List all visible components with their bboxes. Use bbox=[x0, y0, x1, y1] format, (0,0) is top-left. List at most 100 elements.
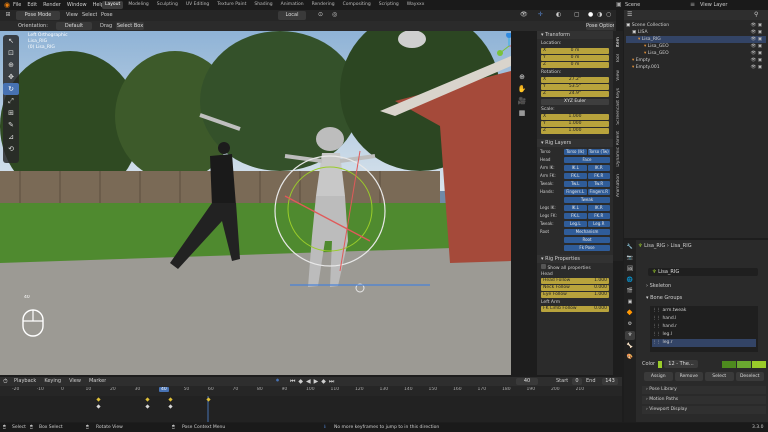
properties-tab-modifiers-icon[interactable]: ⚙ bbox=[625, 320, 635, 329]
camera-view-icon[interactable]: 🎥 bbox=[515, 95, 529, 107]
armature-datablock-field[interactable]: ♆ Lisa_RIG bbox=[648, 268, 758, 276]
timeline-menu-keying[interactable]: Keying bbox=[44, 377, 61, 386]
workspace-tab[interactable]: Animation bbox=[278, 1, 307, 9]
timeline-ruler[interactable]: -20 -10 0 10 20 30 40 50 60 70 80 90 100 110 120 130 140… bbox=[0, 387, 622, 395]
shading-material-icon[interactable]: ◑ bbox=[597, 11, 602, 18]
n-panel-tab-animation[interactable]: Animation bbox=[616, 172, 621, 199]
menu-edit[interactable]: Edit bbox=[27, 0, 37, 10]
start-frame-field[interactable]: 0 bbox=[572, 378, 582, 385]
rig-layer-toggle[interactable]: IK.R bbox=[587, 204, 610, 211]
outliner-item[interactable]: ▾ Lisa_GEO 👁 ▣ bbox=[626, 43, 766, 50]
rig-layer-toggle[interactable]: Tweak bbox=[564, 196, 610, 203]
bone-group-assign-button[interactable]: Assign bbox=[644, 372, 673, 381]
n-panel-tab-screencast-keys[interactable]: Screencast Keys bbox=[616, 86, 621, 127]
n-panel-tab-item[interactable]: Item bbox=[616, 35, 621, 49]
workspace-tab[interactable]: Rendering bbox=[309, 1, 338, 9]
pose-options-button[interactable]: Pose Options bbox=[586, 22, 614, 30]
select-menu[interactable]: Select bbox=[82, 11, 97, 20]
jump-start-icon[interactable]: ⏮ bbox=[290, 377, 295, 386]
properties-section[interactable]: › Motion Paths bbox=[642, 396, 766, 404]
workspace-tab[interactable]: UV Editing bbox=[183, 1, 212, 9]
snap-icon[interactable]: ⊙ bbox=[318, 11, 323, 18]
transform-tool-icon[interactable]: ⊞ bbox=[3, 107, 19, 119]
record-icon[interactable]: ⏺ bbox=[276, 377, 279, 385]
properties-tab-object-icon[interactable]: 🔶 bbox=[625, 309, 635, 318]
n-panel-tab-dynamic-parent[interactable]: Dynamic Parent bbox=[616, 129, 621, 169]
outliner-editor-icon[interactable]: ☰ bbox=[627, 11, 632, 18]
rig-layer-toggle[interactable]: FK.R bbox=[587, 212, 610, 219]
scale-y-field[interactable]: Y 1.000 bbox=[541, 121, 609, 127]
location-y-field[interactable]: Y 0 m bbox=[541, 55, 609, 61]
menu-window[interactable]: Window bbox=[67, 0, 87, 10]
rig-layer-toggle[interactable]: Torso (Ik) bbox=[564, 148, 587, 155]
bone-group-remove-button[interactable]: Remove bbox=[674, 372, 703, 381]
navigation-gizmo[interactable] bbox=[496, 32, 511, 59]
outliner-item[interactable]: ▾ Lisa_RIG 👁 ▣ bbox=[626, 36, 766, 43]
n-panel-tab-tool[interactable]: Tool bbox=[616, 52, 621, 65]
proportional-icon[interactable]: ◎ bbox=[332, 11, 337, 18]
bone-groups-section[interactable]: ▾ Bone Groups bbox=[642, 294, 766, 302]
scale-x-field[interactable]: X 1.000 bbox=[541, 114, 609, 120]
bone-groups-list[interactable]: ⋮⋮ arm.tweak ⋮⋮ hand.l ⋮⋮ hand.r ⋮⋮ leg.l ⋮⋮… bbox=[650, 306, 758, 352]
cursor-tool-icon[interactable]: ⊕ bbox=[3, 59, 19, 71]
play-reverse-icon[interactable]: ◀ bbox=[306, 377, 311, 386]
timeline-menu-view[interactable]: View bbox=[69, 377, 81, 386]
rig-property-slider[interactable]: Neck Follow 0.000 bbox=[541, 285, 609, 291]
bone-group-item[interactable]: ⋮⋮ hand.r bbox=[652, 323, 756, 331]
next-key-icon[interactable]: ◆ bbox=[321, 377, 326, 386]
orientation-selector[interactable]: Default bbox=[56, 22, 92, 30]
rig-layer-toggle[interactable]: Fingers.L bbox=[564, 188, 587, 195]
properties-section[interactable]: › Viewport Display bbox=[642, 406, 766, 414]
rig-layer-toggle[interactable]: IK.L bbox=[564, 164, 587, 171]
zoom-view-icon[interactable]: ⊕ bbox=[515, 71, 529, 83]
timeline-track[interactable] bbox=[0, 396, 622, 422]
rig-layer-toggle[interactable]: FK.R bbox=[587, 172, 610, 179]
visibility-toggle-icon[interactable]: 👁 ▣ bbox=[751, 57, 762, 64]
rig-layer-toggle[interactable]: Face bbox=[564, 156, 610, 163]
rotate-tool-icon[interactable]: ↻ bbox=[3, 83, 19, 95]
view-menu[interactable]: View bbox=[66, 11, 78, 20]
rig-property-slider[interactable]: Head Follow 1.000 bbox=[541, 278, 609, 284]
rig-layer-toggle[interactable]: Root bbox=[564, 236, 610, 243]
bone-group-deselect-button[interactable]: Deselect bbox=[735, 372, 764, 381]
rotation-x-field[interactable]: X 27.2° bbox=[541, 77, 609, 83]
rig-layer-toggle[interactable]: Fingers.R bbox=[587, 188, 610, 195]
editor-type-icon[interactable]: ⊞ bbox=[3, 11, 13, 20]
visibility-toggle-icon[interactable]: 👁 ▣ bbox=[751, 50, 762, 57]
properties-section[interactable]: › Pose Library bbox=[642, 386, 766, 394]
timeline-editor-icon[interactable]: ⏱ bbox=[3, 378, 8, 386]
properties-tab-view-layer-icon[interactable]: 🌐 bbox=[625, 276, 635, 285]
location-x-field[interactable]: X 0 m bbox=[541, 48, 609, 54]
rotation-y-field[interactable]: Y 53.5° bbox=[541, 84, 609, 90]
rig-layers-panel-header[interactable]: ▾ Rig Layers bbox=[537, 139, 613, 147]
pan-view-icon[interactable]: ✋ bbox=[515, 83, 529, 95]
roll-tool-icon[interactable]: ⟲ bbox=[3, 143, 19, 155]
outliner-item[interactable]: ▾ Empty 👁 ▣ bbox=[626, 57, 766, 64]
visibility-toggle-icon[interactable]: 👁 ▣ bbox=[751, 64, 762, 71]
scene-icon[interactable]: ▣ bbox=[616, 1, 622, 8]
color-set-select[interactable]: 12 - The... bbox=[664, 360, 698, 368]
color-swatch-3[interactable] bbox=[752, 361, 766, 368]
rig-properties-panel-header[interactable]: ▾ Rig Properties bbox=[537, 255, 613, 263]
gizmo-icon[interactable]: ✛ bbox=[538, 11, 543, 18]
show-all-properties-row[interactable]: Show all properties bbox=[541, 264, 609, 271]
visibility-toggle-icon[interactable]: 👁 ▣ bbox=[751, 22, 762, 29]
properties-tab-scene-icon[interactable]: 🎬 bbox=[625, 287, 635, 296]
annotate-tool-icon[interactable]: ✎ bbox=[3, 119, 19, 131]
visibility-toggle-icon[interactable]: 👁 ▣ bbox=[751, 43, 762, 50]
xray-icon[interactable]: ▢ bbox=[574, 11, 580, 18]
bone-group-item[interactable]: ⋮⋮ arm.tweak bbox=[652, 307, 756, 315]
workspace-tab[interactable]: Texture Paint bbox=[214, 1, 249, 9]
rotation-z-field[interactable]: Z 24.9° bbox=[541, 91, 609, 97]
transform-orientation[interactable]: Local bbox=[278, 11, 306, 20]
select-box-tool-icon[interactable]: ⊡ bbox=[3, 47, 19, 59]
properties-tab-world-icon[interactable]: ▣ bbox=[625, 298, 635, 307]
bone-group-select-button[interactable]: Select bbox=[705, 372, 734, 381]
checkbox-icon[interactable] bbox=[541, 264, 546, 269]
outliner-item[interactable]: ▣ LISA 👁 ▣ bbox=[626, 29, 766, 36]
scale-tool-icon[interactable]: ⤢ bbox=[3, 95, 19, 107]
bone-group-item[interactable]: ⋮⋮ leg.l bbox=[652, 331, 756, 339]
timeline-menu-marker[interactable]: Marker bbox=[89, 377, 106, 386]
visibility-toggle-icon[interactable]: 👁 ▣ bbox=[751, 36, 762, 43]
n-panel-tab-view[interactable]: View bbox=[616, 68, 621, 83]
